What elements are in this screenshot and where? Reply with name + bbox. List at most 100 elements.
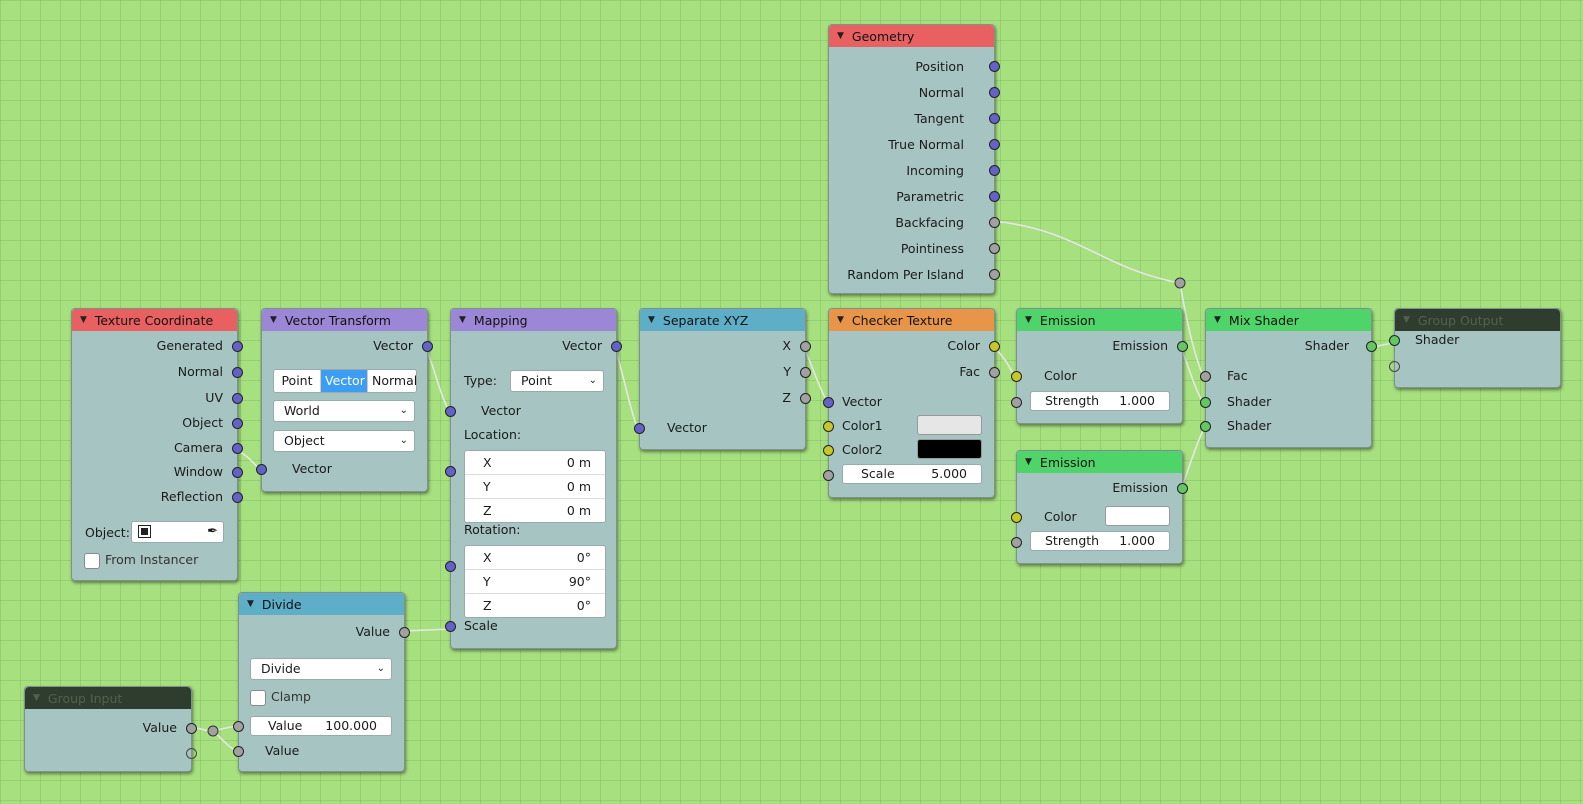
strength-field[interactable]: Strength 1.000: [1030, 531, 1170, 551]
socket-output[interactable]: [1177, 483, 1188, 494]
color1-swatch[interactable]: [917, 415, 982, 435]
group-input-node[interactable]: ▼ Group Input Value: [24, 686, 197, 772]
location-z[interactable]: Z 0 m: [465, 499, 605, 522]
from-instancer-checkbox[interactable]: [84, 553, 100, 569]
emission-node-2[interactable]: ▼ Emission Emission Color Strength 1.000: [1011, 450, 1188, 564]
convert-from-dropdown[interactable]: World ⌄: [273, 400, 415, 422]
mix-shader-node[interactable]: ▼ Mix Shader Shader Fac Shader Shader: [1200, 308, 1377, 448]
scale-field[interactable]: Scale 5.000: [842, 464, 982, 484]
rotation-x[interactable]: X 0°: [465, 546, 605, 570]
collapse-arrow-icon[interactable]: ▼: [1025, 315, 1032, 325]
object-field[interactable]: ✒: [131, 521, 224, 543]
checker-texture-node[interactable]: ▼ Checker Texture Color Fac Vector Color1…: [823, 308, 1000, 498]
socket-output[interactable]: [232, 467, 243, 478]
socket-output[interactable]: [1366, 341, 1377, 352]
socket-output[interactable]: [989, 341, 1000, 352]
socket-output[interactable]: [232, 418, 243, 429]
convert-to-dropdown[interactable]: Object ⌄: [273, 430, 415, 452]
socket-input[interactable]: [1200, 397, 1211, 408]
node-header[interactable]: ▼ Texture Coordinate: [72, 309, 237, 331]
type-segmented-control[interactable]: Point Vector Normal: [273, 369, 417, 393]
collapse-arrow-icon[interactable]: ▼: [1214, 315, 1221, 325]
socket-input[interactable]: [445, 466, 456, 477]
mapping-node[interactable]: ▼ Mapping Vector Type: Point ⌄ Vector Loca…: [445, 308, 622, 649]
socket-input[interactable]: [445, 406, 456, 417]
socket-input[interactable]: [445, 561, 456, 572]
collapse-arrow-icon[interactable]: ▼: [80, 315, 87, 325]
node-header[interactable]: ▼ Group Input: [25, 687, 191, 709]
socket-input[interactable]: [445, 621, 456, 632]
node-header[interactable]: ▼ Emission: [1017, 309, 1182, 331]
socket-input[interactable]: [1011, 537, 1022, 548]
socket-output[interactable]: [611, 341, 622, 352]
collapse-arrow-icon[interactable]: ▼: [648, 315, 655, 325]
strength-field[interactable]: Strength 1.000: [1030, 391, 1170, 411]
collapse-arrow-icon[interactable]: ▼: [247, 599, 254, 609]
collapse-arrow-icon[interactable]: ▼: [1025, 457, 1032, 467]
socket-input[interactable]: [1200, 421, 1211, 432]
socket-input[interactable]: [1389, 335, 1400, 346]
node-header[interactable]: ▼ Geometry: [829, 25, 994, 47]
socket-input[interactable]: [233, 746, 244, 757]
socket-output[interactable]: [1177, 341, 1188, 352]
collapse-arrow-icon[interactable]: ▼: [33, 693, 40, 703]
location-fields[interactable]: X 0 m Y 0 m Z 0 m: [464, 450, 606, 523]
socket-input[interactable]: [1011, 512, 1022, 523]
node-header[interactable]: ▼ Mix Shader: [1206, 309, 1371, 331]
socket-input[interactable]: [256, 464, 267, 475]
socket-output[interactable]: [989, 61, 1000, 72]
socket-output[interactable]: [989, 191, 1000, 202]
divide-node[interactable]: ▼ Divide Value Divide ⌄ Clamp Value 100.000…: [233, 592, 410, 772]
rotation-z[interactable]: Z 0°: [465, 594, 605, 617]
color2-swatch[interactable]: [917, 439, 982, 459]
node-header[interactable]: ▼ Vector Transform: [262, 309, 427, 331]
node-header[interactable]: ▼ Separate XYZ: [640, 309, 805, 331]
node-header[interactable]: ▼ Group Output: [1395, 309, 1560, 331]
operation-dropdown[interactable]: Divide ⌄: [250, 658, 392, 680]
socket-output[interactable]: [232, 341, 243, 352]
eyedropper-icon[interactable]: ✒: [207, 523, 218, 541]
socket-output[interactable]: [989, 113, 1000, 124]
socket-output[interactable]: [989, 139, 1000, 150]
socket-output[interactable]: [989, 87, 1000, 98]
socket-output[interactable]: [232, 443, 243, 454]
clamp-checkbox[interactable]: [250, 690, 266, 706]
rotation-fields[interactable]: X 0° Y 90° Z 0°: [464, 545, 606, 618]
socket-output[interactable]: [422, 341, 433, 352]
socket-input[interactable]: [1011, 371, 1022, 382]
socket-input[interactable]: [634, 423, 645, 434]
vector-transform-node[interactable]: ▼ Vector Transform Vector Point Vector No…: [256, 308, 433, 492]
collapse-arrow-icon[interactable]: ▼: [837, 31, 844, 41]
type-dropdown[interactable]: Point ⌄: [510, 370, 604, 392]
location-y[interactable]: Y 0 m: [465, 475, 605, 499]
group-output-node[interactable]: ▼ Group Output Shader: [1389, 308, 1561, 388]
socket-output[interactable]: [232, 393, 243, 404]
socket-output[interactable]: [989, 165, 1000, 176]
socket-input[interactable]: [1011, 397, 1022, 408]
collapse-arrow-icon[interactable]: ▼: [837, 315, 844, 325]
socket-output[interactable]: [232, 367, 243, 378]
separate-xyz-node[interactable]: ▼ Separate XYZ X Y Z Vector: [634, 308, 811, 450]
socket-output[interactable]: [800, 393, 811, 404]
node-header[interactable]: ▼ Divide: [239, 593, 404, 615]
socket-input[interactable]: [233, 721, 244, 732]
collapse-arrow-icon[interactable]: ▼: [459, 315, 466, 325]
socket-input[interactable]: [823, 397, 834, 408]
socket-output[interactable]: [186, 723, 197, 734]
socket-empty[interactable]: [186, 748, 197, 759]
socket-output[interactable]: [232, 492, 243, 503]
socket-input[interactable]: [823, 470, 834, 481]
node-header[interactable]: ▼ Checker Texture: [829, 309, 994, 331]
socket-output[interactable]: [399, 627, 410, 638]
collapse-arrow-icon[interactable]: ▼: [270, 315, 277, 325]
socket-input[interactable]: [1200, 371, 1211, 382]
emission-node-1[interactable]: ▼ Emission Emission Color Strength 1.000: [1011, 308, 1188, 424]
socket-input[interactable]: [823, 421, 834, 432]
socket-empty[interactable]: [1389, 361, 1400, 372]
segment-normal[interactable]: Normal: [368, 370, 416, 392]
collapse-arrow-icon[interactable]: ▼: [1403, 315, 1410, 325]
socket-output[interactable]: [800, 367, 811, 378]
geometry-node[interactable]: ▼ Geometry Position Normal Tangent True N…: [828, 24, 1000, 294]
socket-output[interactable]: [989, 217, 1000, 228]
texture-coordinate-node[interactable]: ▼ Texture Coordinate Generated Normal UV …: [71, 308, 243, 581]
